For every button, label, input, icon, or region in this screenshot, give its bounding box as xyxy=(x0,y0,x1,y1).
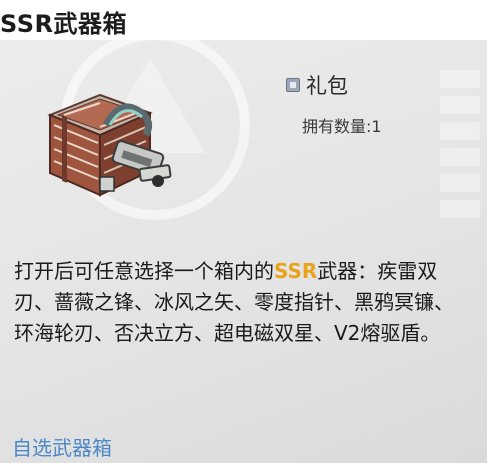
owned-quantity-label: 拥有数量: xyxy=(302,117,372,136)
item-title: SSR武器箱 xyxy=(0,10,127,38)
source-link[interactable]: 自选武器箱 xyxy=(12,432,112,461)
owned-quantity-value: 1 xyxy=(371,117,382,136)
item-detail-card: 礼包 拥有数量:1 打开后可任意选择一个箱内的SSR武器：疾雷双刃、蔷薇之锋、冰… xyxy=(0,40,487,463)
item-type-label: 礼包 xyxy=(306,74,348,98)
item-description: 打开后可任意选择一个箱内的SSR武器：疾雷双刃、蔷薇之锋、冰风之矢、零度指针、黑… xyxy=(14,256,454,349)
weapon-crate-icon xyxy=(47,93,172,197)
description-text-1: 打开后可任意选择一个箱内的 xyxy=(14,259,274,283)
watermark-vertical-text xyxy=(440,70,480,220)
gift-type-icon xyxy=(286,78,300,92)
item-type-row: 礼包 xyxy=(286,70,348,100)
description-rarity-highlight: SSR xyxy=(274,259,318,283)
owned-quantity: 拥有数量:1 xyxy=(302,113,382,137)
